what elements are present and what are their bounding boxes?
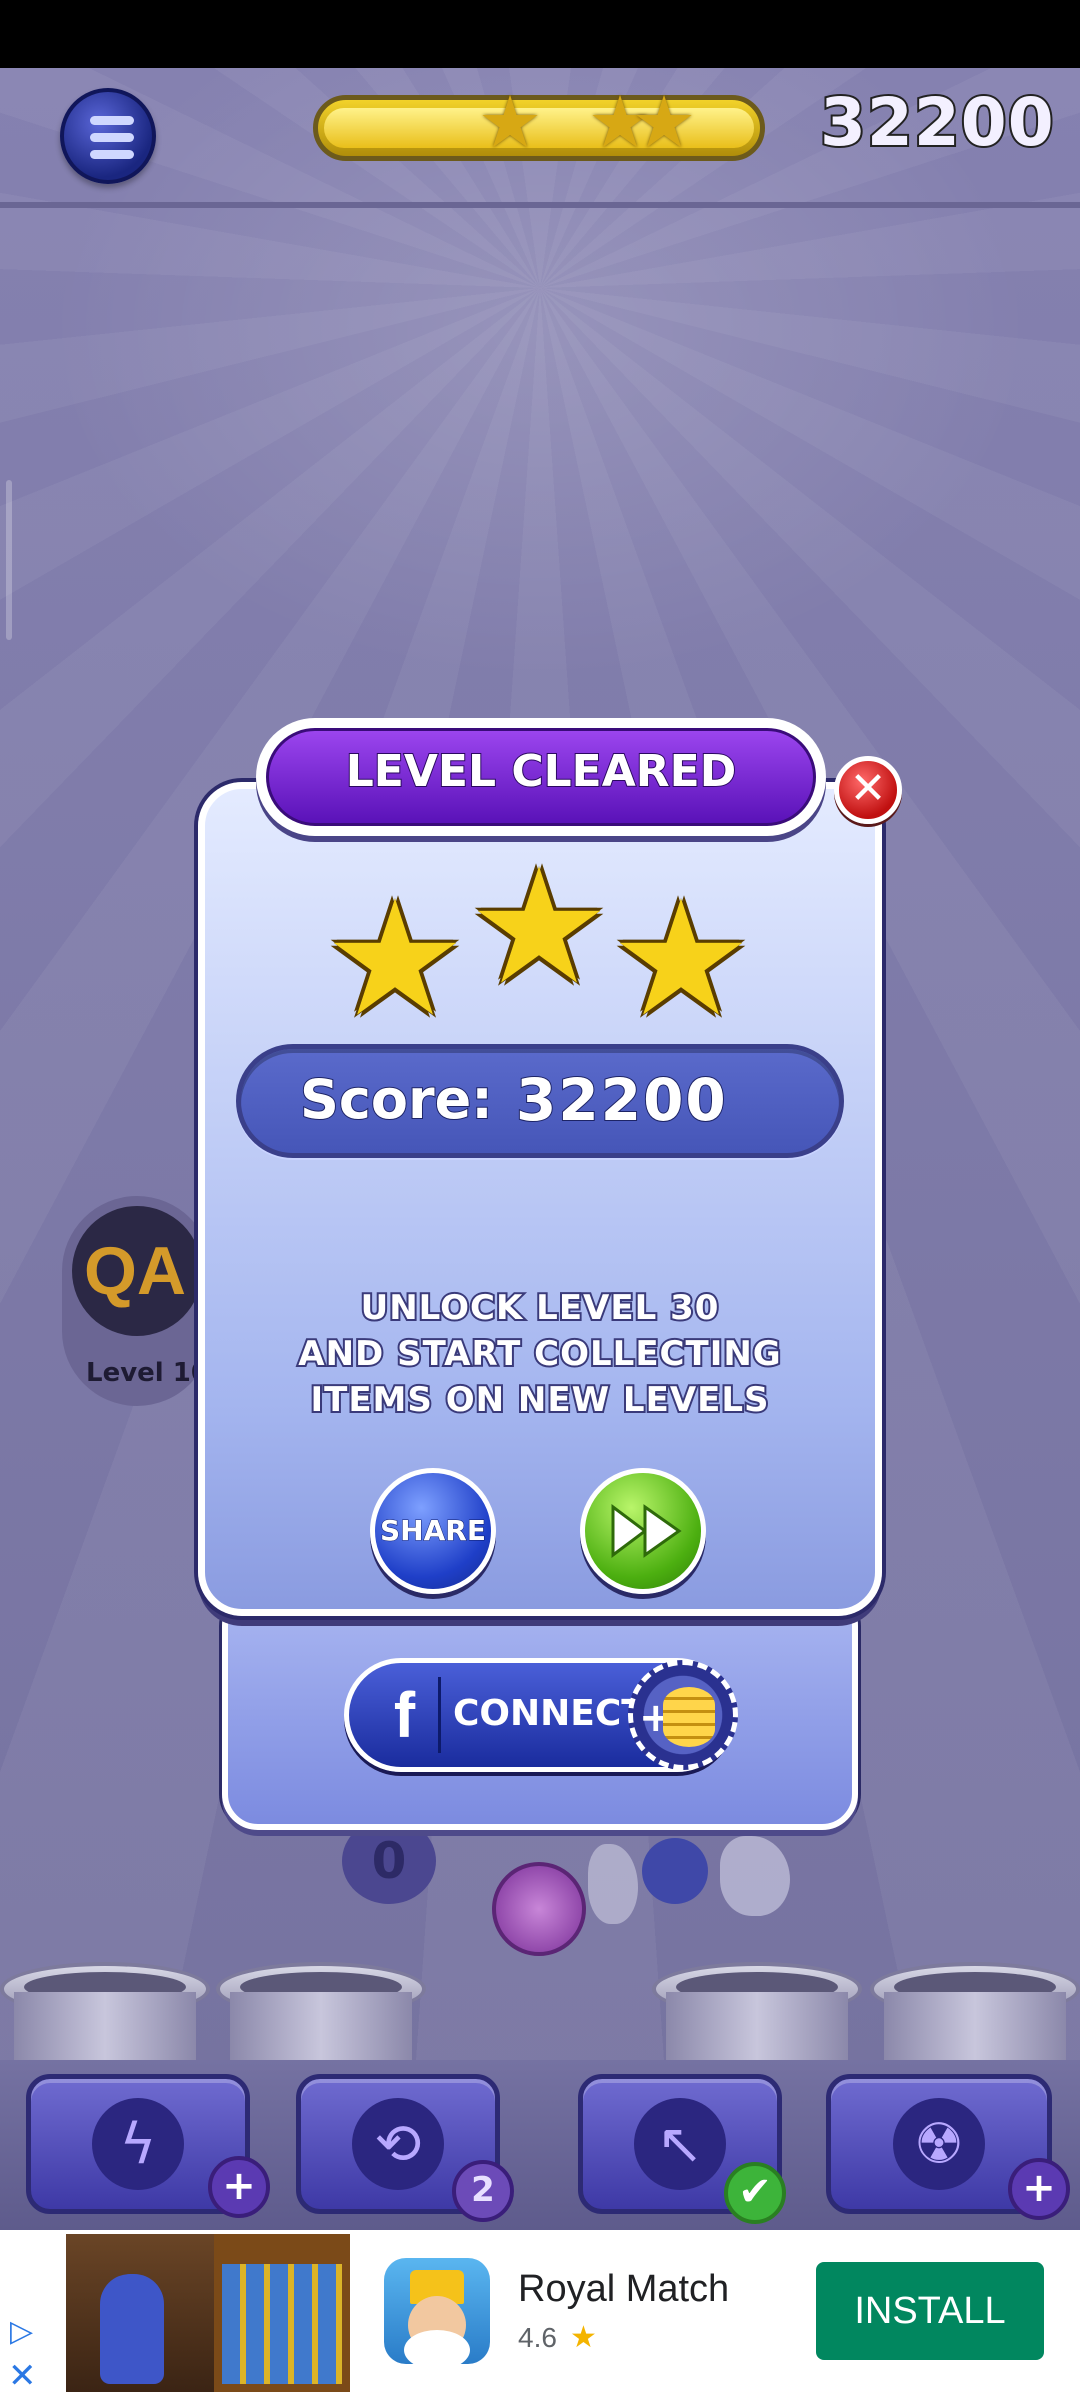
next-level-button[interactable] bbox=[580, 1468, 706, 1594]
close-icon: ✕ bbox=[849, 763, 887, 814]
connect-label: CONNECT bbox=[453, 1693, 646, 1734]
unlock-message-line: UNLOCK LEVEL 30 bbox=[359, 1286, 721, 1330]
check-icon: ✔ bbox=[724, 2162, 786, 2224]
radiation-icon: ☢ bbox=[913, 2112, 965, 2177]
adchoices-icon[interactable]: ▷ bbox=[10, 2314, 33, 2349]
unlock-message-line: AND START COLLECTING bbox=[296, 1332, 782, 1376]
hamburger-menu-icon bbox=[90, 116, 134, 125]
booster-count-badge: 2 bbox=[452, 2160, 514, 2222]
coin-reward-badge: + bbox=[628, 1660, 738, 1770]
booster-add-badge[interactable]: + bbox=[1008, 2158, 1070, 2220]
ad-close-icon[interactable]: ✕ bbox=[8, 2356, 37, 2396]
edge-scroll-indicator bbox=[6, 480, 12, 640]
counter-chip: 0 bbox=[342, 1818, 436, 1904]
share-button[interactable]: SHARE bbox=[370, 1468, 496, 1594]
ad-app-name[interactable]: Royal Match bbox=[518, 2268, 729, 2311]
progress-star-icon: ★ bbox=[631, 80, 697, 164]
status-bar bbox=[0, 0, 1080, 68]
star-icon: ★ bbox=[609, 865, 753, 1052]
close-button[interactable]: ✕ bbox=[834, 756, 902, 824]
app-icon[interactable] bbox=[384, 2258, 490, 2364]
flower-piece-icon bbox=[492, 1862, 586, 1956]
progress-star-icon: ★ bbox=[477, 80, 543, 164]
menu-button[interactable] bbox=[60, 88, 156, 184]
avatar-level: Level 10 bbox=[86, 1358, 209, 1388]
booster-add-badge[interactable]: + bbox=[208, 2156, 270, 2218]
ad-rating: 4.6 bbox=[518, 2322, 557, 2353]
facebook-icon: f bbox=[371, 1677, 441, 1753]
unlock-message-line: ITEMS ON NEW LEVELS bbox=[308, 1378, 770, 1422]
star-icon: ★ bbox=[467, 833, 611, 1020]
fast-forward-icon bbox=[611, 1504, 682, 1558]
ad-screenshot-image[interactable] bbox=[66, 2234, 350, 2392]
header-score: 32200 bbox=[818, 82, 1056, 163]
rating-star-icon: ★ bbox=[570, 2320, 597, 2355]
top-bar-divider bbox=[0, 202, 1080, 208]
score-label: Score: bbox=[299, 1067, 494, 1132]
score-value: 32200 bbox=[515, 1065, 728, 1135]
gem-piece-icon bbox=[642, 1838, 708, 1904]
lightning-icon: ϟ bbox=[119, 2112, 157, 2177]
player-avatar[interactable]: QA Level 10 bbox=[62, 1196, 212, 1406]
install-button[interactable]: INSTALL bbox=[816, 2262, 1044, 2360]
star-icon: ★ bbox=[323, 865, 467, 1052]
avatar-initials: QA bbox=[84, 1233, 186, 1309]
dialog-title: LEVEL CLEARED bbox=[345, 745, 737, 798]
coins-icon bbox=[663, 1687, 715, 1747]
